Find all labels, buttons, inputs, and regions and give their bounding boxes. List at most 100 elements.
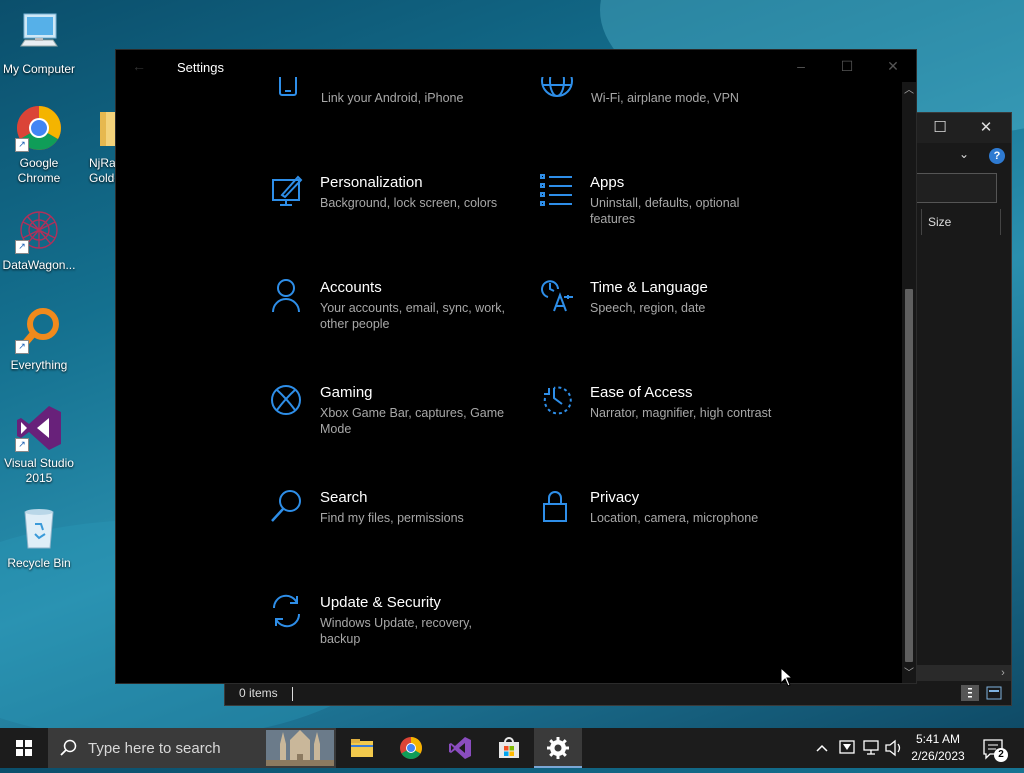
search-highlight-cathedral-icon bbox=[266, 730, 334, 766]
taskbar-clock[interactable]: 5:41 AM 2/26/2023 bbox=[902, 731, 974, 765]
chevron-down-icon[interactable]: ⌄ bbox=[959, 147, 969, 161]
tile-description: Background, lock screen, colors bbox=[320, 196, 498, 210]
close-button[interactable]: ✕ bbox=[870, 50, 916, 82]
taskbar: Type here to search 5:41 AM 2/26/2023 2 bbox=[0, 728, 1024, 768]
minimize-icon: – bbox=[797, 58, 805, 74]
help-icon[interactable]: ? bbox=[989, 148, 1005, 164]
shortcut-arrow-icon: ↗ bbox=[15, 138, 29, 152]
clock-date: 2/26/2023 bbox=[911, 749, 965, 763]
globe-icon bbox=[540, 77, 574, 99]
computer-icon bbox=[15, 10, 63, 58]
tile-name: Search bbox=[320, 489, 368, 506]
update-icon bbox=[270, 594, 304, 628]
tile-description: Find my files, permissions bbox=[320, 511, 464, 525]
visual-studio-icon: ↗ bbox=[15, 404, 63, 452]
maximize-icon: ☐ bbox=[840, 58, 854, 74]
taskbar-visual-studio[interactable] bbox=[436, 728, 484, 768]
maximize-button[interactable]: ☐ bbox=[824, 50, 870, 82]
desktop-icon-label: DataWagon... bbox=[2, 258, 76, 272]
windows-logo-icon bbox=[16, 740, 32, 756]
notification-icon bbox=[983, 739, 1003, 760]
xbox-icon bbox=[270, 384, 304, 418]
gear-icon bbox=[547, 737, 569, 759]
scroll-right-icon[interactable]: › bbox=[995, 665, 1011, 681]
taskbar-microsoft-store[interactable] bbox=[485, 728, 533, 768]
apps-icon bbox=[540, 174, 574, 208]
personalization-icon bbox=[270, 174, 304, 208]
column-header-size[interactable]: Size bbox=[921, 209, 1001, 235]
action-center-button[interactable]: 2 bbox=[980, 728, 1010, 768]
tray-security-button[interactable] bbox=[838, 728, 856, 768]
tile-name: Privacy bbox=[590, 489, 640, 506]
tray-volume-button[interactable] bbox=[884, 728, 904, 768]
time-language-icon bbox=[540, 279, 574, 313]
desktop-icon-label: Visual Studio 2015 bbox=[4, 456, 74, 485]
ease-of-access-icon bbox=[540, 384, 574, 418]
window-title: Settings bbox=[177, 60, 224, 75]
search-icon bbox=[60, 739, 77, 756]
maximize-button[interactable]: ☐ bbox=[917, 113, 963, 143]
notification-badge: 2 bbox=[994, 748, 1008, 762]
desktop-icon-everything[interactable]: ↗ Everything bbox=[0, 306, 78, 373]
close-icon: ✕ bbox=[887, 58, 899, 74]
taskbar-search-box[interactable]: Type here to search bbox=[48, 728, 336, 768]
chrome-icon bbox=[400, 737, 422, 759]
large-icons-view-button[interactable] bbox=[985, 685, 1003, 701]
scroll-up-icon[interactable]: ︿ bbox=[902, 84, 916, 98]
taskbar-file-explorer[interactable] bbox=[338, 728, 386, 768]
vertical-scrollbar[interactable]: ︿ ﹀ bbox=[902, 82, 916, 683]
tile-name: Apps bbox=[590, 174, 625, 191]
explorer-status-bar: 0 items bbox=[225, 681, 1011, 705]
close-button[interactable]: ✕ bbox=[963, 113, 1009, 143]
close-icon: ✕ bbox=[979, 119, 993, 136]
explorer-address-row: ⌄ ? bbox=[915, 143, 1011, 167]
tile-name: Gaming bbox=[320, 384, 373, 401]
scrollbar-thumb[interactable] bbox=[905, 289, 913, 662]
search-placeholder: Type here to search bbox=[88, 740, 221, 757]
status-divider bbox=[291, 686, 293, 701]
search-icon bbox=[270, 489, 304, 523]
desktop-icon-recycle-bin[interactable]: Recycle Bin bbox=[0, 504, 78, 571]
person-icon bbox=[270, 279, 304, 313]
tray-overflow-button[interactable] bbox=[814, 728, 830, 768]
back-arrow-icon: ← bbox=[132, 58, 146, 74]
folder-icon bbox=[351, 739, 373, 757]
explorer-search-input[interactable] bbox=[915, 173, 997, 203]
desktop-icon-google-chrome[interactable]: ↗ Google Chrome bbox=[0, 104, 78, 186]
tray-network-button[interactable] bbox=[862, 728, 880, 768]
horizontal-scrollbar[interactable]: › bbox=[901, 665, 1011, 681]
details-view-button[interactable] bbox=[961, 685, 979, 701]
desktop-icon-label: My Computer bbox=[2, 62, 76, 76]
chrome-icon: ↗ bbox=[15, 104, 63, 152]
status-item-count: 0 items bbox=[239, 686, 278, 700]
tile-description: Uninstall, defaults, optional features bbox=[590, 196, 740, 226]
shortcut-arrow-icon: ↗ bbox=[15, 240, 29, 254]
taskbar-chrome[interactable] bbox=[387, 728, 435, 768]
minimize-button[interactable]: – bbox=[778, 50, 824, 82]
network-icon bbox=[863, 740, 879, 755]
recycle-bin-icon bbox=[15, 504, 63, 552]
tile-description: Windows Update, recovery, backup bbox=[320, 616, 472, 646]
tile-description: Wi-Fi, airplane mode, VPN bbox=[591, 91, 739, 105]
store-icon bbox=[499, 737, 519, 758]
tile-name: Personalization bbox=[320, 174, 423, 191]
chevron-up-icon bbox=[816, 744, 828, 752]
magnifier-icon: ↗ bbox=[15, 306, 63, 354]
start-button[interactable] bbox=[0, 728, 48, 768]
taskbar-settings[interactable] bbox=[534, 728, 582, 768]
desktop-icon-njrat[interactable]: NjRat Golden bbox=[72, 104, 116, 186]
desktop-icon-my-computer[interactable]: My Computer bbox=[0, 10, 78, 77]
folder-icon bbox=[98, 104, 116, 152]
scroll-down-icon[interactable]: ﹀ bbox=[902, 667, 916, 681]
back-button[interactable]: ← bbox=[132, 58, 146, 74]
desktop-icon-datawagon[interactable]: ↗ DataWagon... bbox=[0, 206, 78, 273]
large-icons-view-icon bbox=[986, 686, 1002, 700]
shortcut-arrow-icon: ↗ bbox=[15, 438, 29, 452]
desktop-icon-visual-studio[interactable]: ↗ Visual Studio 2015 bbox=[0, 404, 78, 486]
clock-time: 5:41 AM bbox=[915, 732, 961, 746]
maximize-icon: ☐ bbox=[933, 119, 947, 136]
datawagon-icon: ↗ bbox=[15, 206, 63, 254]
tile-description: Link your Android, iPhone bbox=[321, 91, 464, 105]
phone-icon bbox=[271, 77, 305, 97]
shortcut-arrow-icon: ↗ bbox=[15, 340, 29, 354]
